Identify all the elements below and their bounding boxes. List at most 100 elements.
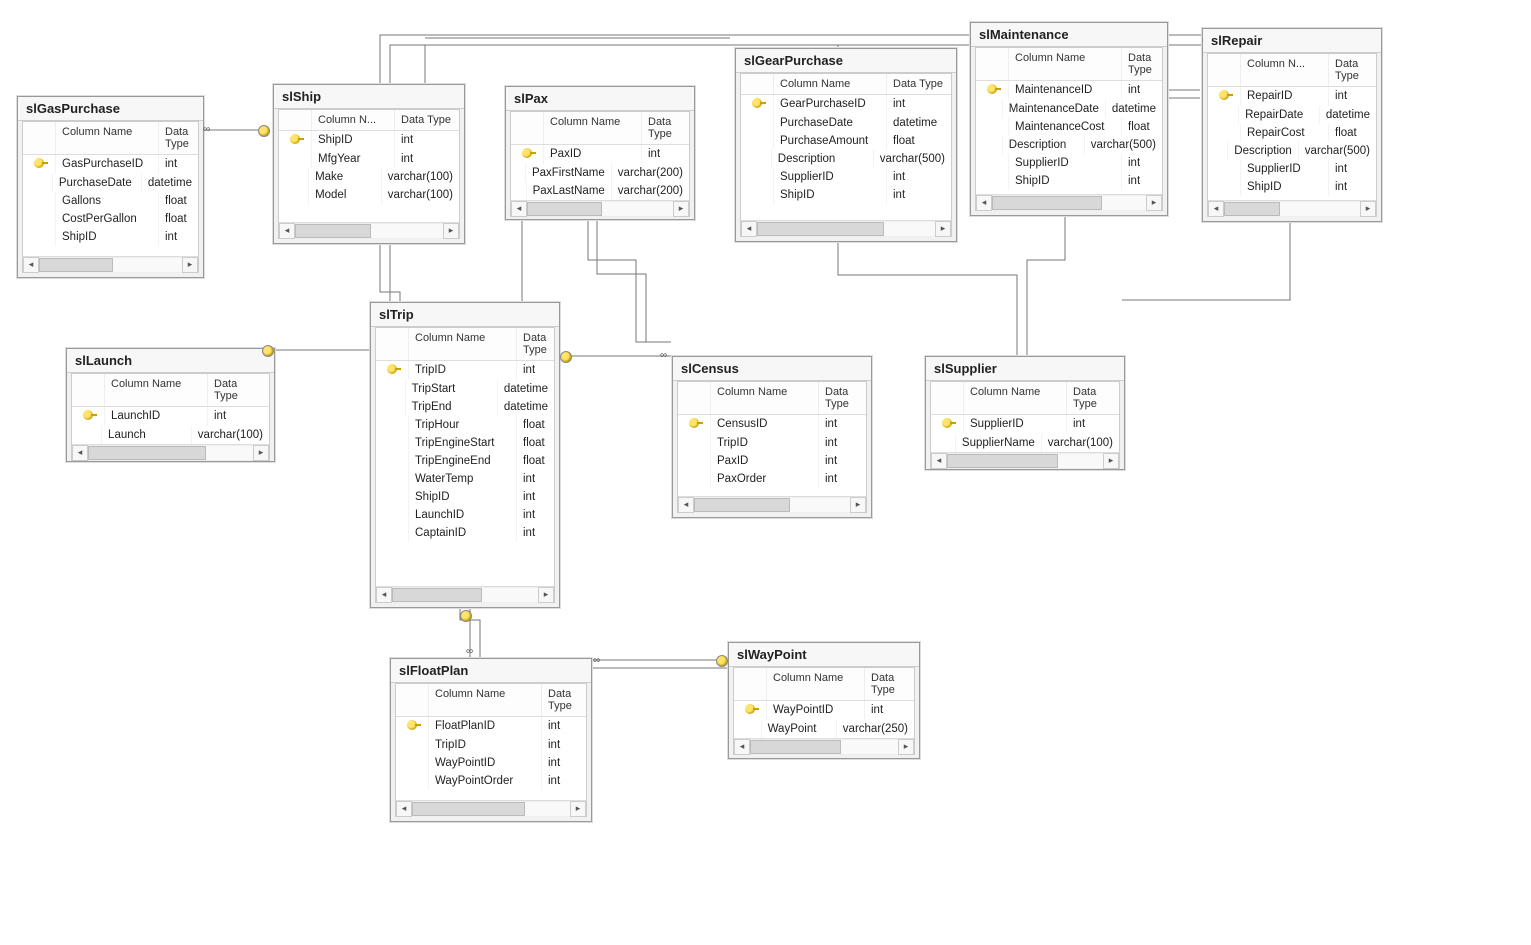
table-row[interactable]: RepairIDint <box>1208 87 1376 106</box>
table-row[interactable]: Descriptionvarchar(500) <box>741 150 951 168</box>
table-row[interactable]: TripEnddatetime <box>376 398 554 416</box>
table-row[interactable]: SupplierIDint <box>741 168 951 186</box>
h-scrollbar[interactable]: ◂▸ <box>741 220 951 236</box>
table-row[interactable]: ShipIDint <box>1208 178 1376 196</box>
relation-infinity-icon: ∞ <box>203 124 215 132</box>
table-row[interactable]: PurchaseDatedatetime <box>741 114 951 132</box>
diagram-canvas[interactable]: slGasPurchase Column Name Data Type GasP… <box>0 0 1531 945</box>
relation-key-icon <box>460 610 470 620</box>
table-row[interactable]: TripEngineEndfloat <box>376 452 554 470</box>
table-row[interactable]: GasPurchaseIDint <box>23 155 198 174</box>
table-row[interactable]: PaxOrderint <box>678 470 866 488</box>
columns-header: Column Name Data Type <box>23 122 198 155</box>
table-row[interactable]: FloatPlanIDint <box>396 717 586 736</box>
table-row[interactable]: MaintenanceIDint <box>976 81 1162 100</box>
table-title: slShip <box>274 85 464 109</box>
table-title: slGearPurchase <box>736 49 956 73</box>
table-slCensus[interactable]: slCensus Column NameData Type CensusIDin… <box>672 356 872 518</box>
table-row[interactable]: RepairDatedatetime <box>1208 106 1376 124</box>
table-row[interactable]: WaterTempint <box>376 470 554 488</box>
relation-infinity-icon: ∞ <box>466 646 478 654</box>
table-row[interactable]: TripHourfloat <box>376 416 554 434</box>
table-title: slMaintenance <box>971 23 1167 47</box>
table-row[interactable]: Modelvarchar(100) <box>279 186 459 204</box>
table-row[interactable]: Descriptionvarchar(500) <box>976 136 1162 154</box>
relation-key-icon <box>716 655 726 665</box>
table-row[interactable]: CensusIDint <box>678 415 866 434</box>
table-row[interactable]: WayPointvarchar(250) <box>734 720 914 738</box>
table-row[interactable]: SupplierIDint <box>1208 160 1376 178</box>
table-slLaunch[interactable]: slLaunch Column NameData Type LaunchIDin… <box>66 348 275 462</box>
table-row[interactable]: TripIDint <box>376 361 554 380</box>
h-scrollbar[interactable]: ◂▸ <box>734 738 914 754</box>
table-row[interactable]: ShipIDint <box>976 172 1162 190</box>
table-row[interactable]: ShipIDint <box>23 228 198 246</box>
table-row[interactable]: MfgYearint <box>279 150 459 168</box>
h-scrollbar[interactable]: ◂▸ <box>931 452 1119 468</box>
h-scrollbar[interactable]: ◂▸ <box>23 256 198 272</box>
key-icon <box>752 98 762 108</box>
table-slTrip[interactable]: slTrip Column NameData Type TripIDint Tr… <box>370 302 560 608</box>
table-row[interactable]: PurchaseDatedatetime <box>23 174 198 192</box>
table-row[interactable]: PaxFirstNamevarchar(200) <box>511 164 689 182</box>
table-row[interactable]: TripIDint <box>678 434 866 452</box>
relation-key-icon <box>258 125 268 135</box>
table-row[interactable]: WayPointOrderint <box>396 772 586 790</box>
table-row[interactable]: WayPointIDint <box>396 754 586 772</box>
scroll-left-icon[interactable]: ◂ <box>23 257 39 273</box>
scroll-thumb[interactable] <box>39 258 113 272</box>
h-scrollbar[interactable]: ◂▸ <box>72 444 269 460</box>
table-row[interactable]: Gallonsfloat <box>23 192 198 210</box>
table-slMaintenance[interactable]: slMaintenance Column NameData Type Maint… <box>970 22 1168 216</box>
key-icon <box>34 158 44 168</box>
table-title: slTrip <box>371 303 559 327</box>
table-title: slCensus <box>673 357 871 381</box>
table-row[interactable]: TripStartdatetime <box>376 380 554 398</box>
h-scrollbar[interactable]: ◂▸ <box>1208 200 1376 216</box>
table-row[interactable]: GearPurchaseIDint <box>741 95 951 114</box>
table-slGasPurchase[interactable]: slGasPurchase Column Name Data Type GasP… <box>17 96 204 278</box>
h-scrollbar[interactable]: ◂▸ <box>678 496 866 512</box>
table-row[interactable]: MaintenanceDatedatetime <box>976 100 1162 118</box>
table-slFloatPlan[interactable]: slFloatPlan Column NameData Type FloatPl… <box>390 658 592 822</box>
table-row[interactable]: SupplierIDint <box>931 415 1119 434</box>
h-scrollbar[interactable]: ◂▸ <box>376 586 554 602</box>
table-row[interactable]: PaxLastNamevarchar(200) <box>511 182 689 200</box>
key-icon <box>290 134 300 144</box>
h-scrollbar[interactable]: ◂▸ <box>396 800 586 816</box>
table-row[interactable]: MaintenanceCostfloat <box>976 118 1162 136</box>
table-row[interactable]: PaxIDint <box>678 452 866 470</box>
table-slShip[interactable]: slShip Column N...Data Type ShipIDint Mf… <box>273 84 465 244</box>
table-row[interactable]: SupplierNamevarchar(100) <box>931 434 1119 452</box>
table-row[interactable]: TripIDint <box>396 736 586 754</box>
table-row[interactable]: Makevarchar(100) <box>279 168 459 186</box>
table-slPax[interactable]: slPax Column NameData Type PaxIDint PaxF… <box>505 86 695 220</box>
table-slGearPurchase[interactable]: slGearPurchase Column NameData Type Gear… <box>735 48 957 242</box>
scroll-right-icon[interactable]: ▸ <box>182 257 198 273</box>
table-row[interactable]: WayPointIDint <box>734 701 914 720</box>
table-row[interactable]: CaptainIDint <box>376 524 554 542</box>
table-row[interactable]: ShipIDint <box>741 186 951 204</box>
relation-infinity-icon: ∞ <box>660 350 672 358</box>
table-slWayPoint[interactable]: slWayPoint Column NameData Type WayPoint… <box>728 642 920 759</box>
table-row[interactable]: Descriptionvarchar(500) <box>1208 142 1376 160</box>
table-title: slWayPoint <box>729 643 919 667</box>
h-scrollbar[interactable]: ◂▸ <box>976 194 1162 210</box>
table-row[interactable]: TripEngineStartfloat <box>376 434 554 452</box>
table-row[interactable]: CostPerGallonfloat <box>23 210 198 228</box>
table-row[interactable]: PurchaseAmountfloat <box>741 132 951 150</box>
table-slRepair[interactable]: slRepair Column N...Data Type RepairIDin… <box>1202 28 1382 222</box>
table-row[interactable]: LaunchIDint <box>72 407 269 426</box>
h-scrollbar[interactable]: ◂▸ <box>511 200 689 216</box>
h-scrollbar[interactable]: ◂▸ <box>279 222 459 238</box>
table-row[interactable]: RepairCostfloat <box>1208 124 1376 142</box>
table-row[interactable]: SupplierIDint <box>976 154 1162 172</box>
table-row[interactable]: LaunchIDint <box>376 506 554 524</box>
table-title: slFloatPlan <box>391 659 591 683</box>
table-title: slGasPurchase <box>18 97 203 121</box>
table-row[interactable]: PaxIDint <box>511 145 689 164</box>
table-row[interactable]: ShipIDint <box>279 131 459 150</box>
table-row[interactable]: Launchvarchar(100) <box>72 426 269 444</box>
table-row[interactable]: ShipIDint <box>376 488 554 506</box>
table-slSupplier[interactable]: slSupplier Column NameData Type Supplier… <box>925 356 1125 470</box>
